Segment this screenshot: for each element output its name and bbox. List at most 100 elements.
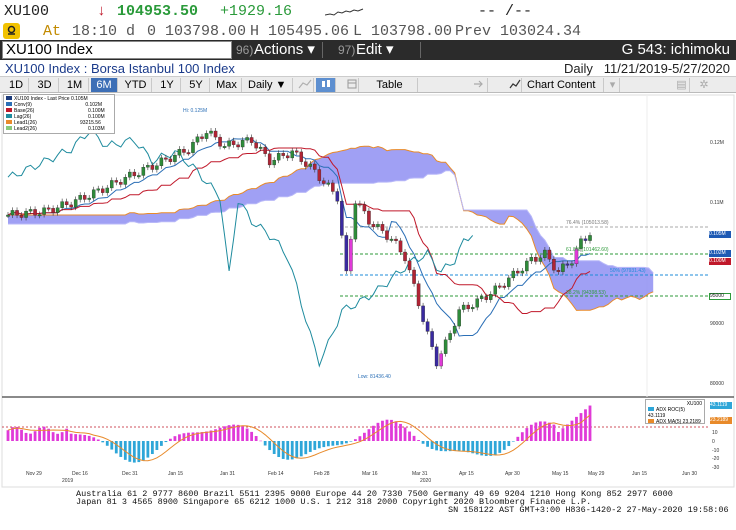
adx-bar — [74, 434, 78, 441]
subheader: XU100 Index : Borsa Istanbul 100 Index D… — [0, 60, 736, 76]
candle — [461, 304, 466, 310]
candle — [443, 339, 448, 354]
candle — [182, 149, 186, 153]
adx-bar — [308, 441, 312, 452]
adx-bar — [462, 441, 466, 452]
period-3d-button[interactable]: 3D — [31, 78, 59, 92]
ichimoku-chart[interactable] — [0, 93, 736, 488]
candle — [69, 204, 73, 208]
period-ytd-button[interactable]: YTD — [120, 78, 152, 92]
settings-gear-icon[interactable]: ✲ — [696, 78, 712, 92]
line-chart-icon[interactable] — [297, 78, 314, 92]
candle — [200, 136, 204, 139]
frequency-select[interactable]: Daily ▼ — [245, 78, 293, 92]
candle — [33, 209, 37, 216]
dropdown-icon[interactable]: ▾ — [606, 78, 620, 92]
candle — [263, 146, 267, 154]
adx-ma-line — [7, 414, 591, 462]
candle — [371, 224, 376, 227]
candle — [543, 249, 547, 259]
adx-bar — [277, 441, 281, 458]
adx-bar — [588, 405, 592, 441]
x-axis-label: Jan 31 — [220, 471, 236, 477]
candle — [434, 346, 439, 367]
period-1m-button[interactable]: 1M — [61, 78, 89, 92]
candle-chart-icon[interactable] — [316, 78, 336, 92]
period-1d-button[interactable]: 1D — [4, 78, 29, 92]
candle — [168, 158, 173, 162]
low-annotation: Low: 81436.40 — [358, 374, 391, 380]
adx-bar — [547, 422, 551, 441]
adx-bar — [191, 432, 195, 441]
candle — [24, 210, 28, 218]
period-1y-button[interactable]: 1Y — [154, 78, 181, 92]
candle — [407, 260, 412, 271]
ticker-detail-row: At 18:10 d 0 103798.00 H 105495.06 L 103… — [0, 22, 736, 40]
adx-axis-label: -10 — [712, 448, 720, 454]
candle — [340, 201, 344, 236]
low-price: L 103798.00 — [353, 23, 453, 40]
footer: Australia 61 2 9777 8600 Brazil 5511 239… — [0, 488, 736, 530]
fib-label: 38.2% (94398.53) — [566, 290, 606, 296]
candle — [37, 214, 42, 217]
period-max-button[interactable]: Max — [212, 78, 242, 92]
chart-content-button[interactable]: Chart Content — [524, 78, 604, 92]
ichimoku-cloud — [8, 146, 654, 311]
candle — [412, 269, 416, 284]
period-5y-button[interactable]: 5Y — [183, 78, 210, 92]
candle — [552, 259, 556, 271]
annotate-icon[interactable] — [470, 78, 488, 92]
adx-bar — [114, 441, 118, 454]
adx-bar — [227, 425, 231, 441]
adx-bar — [349, 441, 353, 442]
adx-bar — [295, 441, 299, 459]
candle — [529, 257, 534, 262]
candle — [195, 136, 200, 143]
candle — [204, 133, 209, 139]
adx-bar — [132, 441, 136, 463]
down-arrow-icon: ↓ — [97, 3, 107, 20]
price-axis-label: 0.100M — [709, 258, 731, 265]
price-axis-label: 0.105M — [709, 231, 731, 238]
x-axis-label: Mar 31 — [412, 471, 428, 477]
price-axis-label: 0.12M — [710, 140, 724, 146]
adx-bar — [146, 441, 150, 458]
candle — [353, 203, 358, 240]
candle — [479, 296, 484, 299]
candle — [498, 285, 502, 288]
table-button[interactable]: Table — [362, 78, 418, 92]
candle — [349, 238, 353, 272]
adx-bar — [353, 439, 357, 441]
adx-bar — [317, 441, 321, 449]
candle — [394, 238, 398, 241]
date-range: Daily 11/21/2019-5/27/2020 — [564, 61, 730, 76]
adx-bar — [421, 441, 425, 444]
actions-menu[interactable]: Actions ▾ — [254, 42, 315, 58]
edit-menu[interactable]: Edit ▾ — [356, 42, 394, 58]
price-axis-label: 80000 — [710, 381, 724, 387]
x-axis-label: Feb 28 — [314, 471, 330, 477]
adx-bar — [164, 441, 168, 443]
adx-bar — [538, 421, 542, 441]
layout-icon[interactable]: ▤ — [674, 78, 690, 92]
security-title[interactable]: XU100 Index — [2, 41, 232, 59]
chart-area: XU100 Index - Last Price 0.105M Conv(9) 0… — [0, 93, 736, 488]
high-price: H 105495.06 — [250, 23, 350, 40]
candle — [155, 165, 159, 170]
period-6m-button[interactable]: 6M — [91, 78, 118, 92]
candle — [398, 240, 403, 253]
candle — [42, 207, 46, 215]
candle — [186, 152, 191, 155]
legend-row: Lead2(26) 0.103M — [6, 126, 112, 132]
table-icon[interactable] — [346, 78, 359, 92]
candle — [421, 305, 425, 322]
candle — [96, 188, 100, 191]
candle — [547, 249, 552, 260]
range-label[interactable]: 11/21/2019-5/27/2020 — [604, 61, 730, 76]
candle — [322, 180, 326, 184]
adx-bar — [268, 441, 272, 451]
alert-icon[interactable] — [3, 23, 20, 39]
candle — [159, 157, 164, 166]
adx-bar — [489, 441, 493, 456]
function-bar: XU100 Index 96) Actions ▾ 97) Edit ▾ G 5… — [0, 40, 736, 60]
